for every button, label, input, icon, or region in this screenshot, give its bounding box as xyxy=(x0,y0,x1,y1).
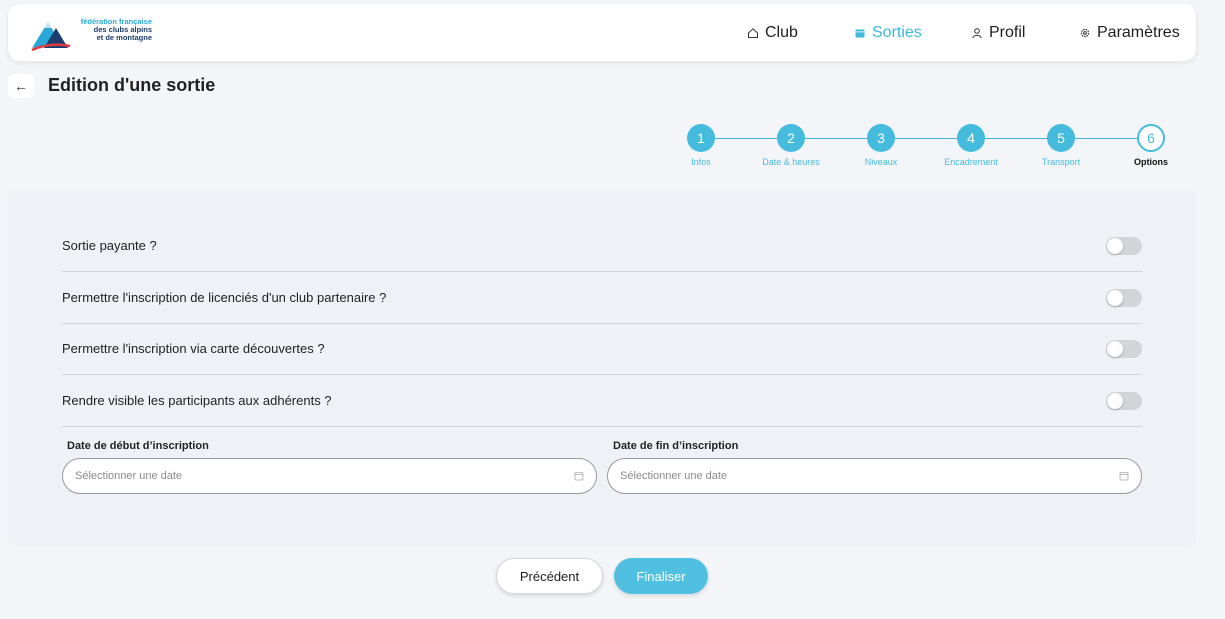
step-label: Encadrement xyxy=(944,157,998,167)
start-date-placeholder: Sélectionner une date xyxy=(75,470,183,482)
nav-label-club: Club xyxy=(765,24,798,41)
logo-text: fédération française des clubs alpins et… xyxy=(72,18,152,42)
ffcam-logo[interactable]: fédération française des clubs alpins et… xyxy=(30,14,152,52)
start-date-input[interactable]: Sélectionner une date xyxy=(62,458,597,494)
toggle-participants-visibles[interactable] xyxy=(1106,391,1142,410)
calendar-icon xyxy=(574,472,584,481)
previous-button[interactable]: Précédent xyxy=(496,558,603,594)
calendar-icon xyxy=(1119,472,1129,481)
nav-item-sorties[interactable]: Sorties xyxy=(854,24,922,42)
page-title: Edition d'une sortie xyxy=(48,75,216,95)
step-number: 6 xyxy=(1137,124,1165,152)
user-icon xyxy=(972,28,982,39)
nav-item-club[interactable]: Club xyxy=(747,24,798,42)
stepper: 1 Infos 2 Date & heures 3 Niveaux 4 Enca… xyxy=(680,124,1200,174)
step-label: Niveaux xyxy=(864,157,898,167)
step-6-options[interactable]: 6 Options xyxy=(1106,124,1196,167)
gear-icon xyxy=(1080,28,1090,38)
toggle-knob xyxy=(1107,392,1123,409)
step-2-date-heures[interactable]: 2 Date & heures xyxy=(746,124,836,167)
nav-label-sorties: Sorties xyxy=(872,24,922,41)
logo-line-3: et de montagne xyxy=(96,33,152,42)
step-3-niveaux[interactable]: 3 Niveaux xyxy=(836,124,926,167)
step-label: Date & heures xyxy=(762,157,820,167)
end-date-input[interactable]: Sélectionner une date xyxy=(607,458,1142,494)
step-4-encadrement[interactable]: 4 Encadrement xyxy=(926,124,1016,167)
nav-item-parametres[interactable]: Paramètres xyxy=(1079,24,1180,42)
step-number: 2 xyxy=(777,124,805,152)
arrow-left-icon: ← xyxy=(14,78,28,94)
start-date-label: Date de début d’inscription xyxy=(67,440,209,452)
nav-item-profil[interactable]: Profil xyxy=(971,24,1025,42)
step-label: Transport xyxy=(1041,157,1081,167)
toggle-carte-decouvertes[interactable] xyxy=(1106,339,1142,358)
options-card: Sortie payante ? Permettre l'inscription… xyxy=(8,190,1196,547)
option-row-club-partenaire: Permettre l'inscription de licenciés d'u… xyxy=(62,272,1142,324)
option-row-carte-decouvertes: Permettre l'inscription via carte découv… xyxy=(62,323,1142,375)
step-number: 3 xyxy=(867,124,895,152)
option-label: Permettre l'inscription via carte découv… xyxy=(62,341,325,356)
nav-label-parametres: Paramètres xyxy=(1097,24,1180,41)
option-label: Sortie payante ? xyxy=(62,238,157,253)
toggle-sortie-payante[interactable] xyxy=(1106,236,1142,255)
toggle-knob xyxy=(1107,237,1123,254)
step-number: 5 xyxy=(1047,124,1075,152)
step-label: Options xyxy=(1134,157,1168,167)
toggle-knob xyxy=(1107,289,1123,306)
end-date-placeholder: Sélectionner une date xyxy=(620,470,728,482)
home-icon xyxy=(748,28,758,38)
calendar-icon xyxy=(855,29,865,38)
step-number: 4 xyxy=(957,124,985,152)
nav-label-profil: Profil xyxy=(989,24,1026,41)
step-label: Infos xyxy=(691,157,711,167)
option-label: Rendre visible les participants aux adhé… xyxy=(62,393,332,408)
option-row-participants-visibles: Rendre visible les participants aux adhé… xyxy=(62,375,1142,427)
toggle-club-partenaire[interactable] xyxy=(1106,288,1142,307)
step-5-transport[interactable]: 5 Transport xyxy=(1016,124,1106,167)
finalize-button[interactable]: Finaliser xyxy=(614,558,708,594)
option-row-sortie-payante: Sortie payante ? xyxy=(62,220,1142,272)
back-button[interactable]: ← xyxy=(8,74,34,98)
end-date-label: Date de fin d’inscription xyxy=(613,440,739,452)
step-1-infos[interactable]: 1 Infos xyxy=(656,124,746,167)
step-number: 1 xyxy=(687,124,715,152)
toggle-knob xyxy=(1107,340,1123,357)
option-label: Permettre l'inscription de licenciés d'u… xyxy=(62,290,387,305)
top-navigation-bar: fédération française des clubs alpins et… xyxy=(8,4,1196,61)
